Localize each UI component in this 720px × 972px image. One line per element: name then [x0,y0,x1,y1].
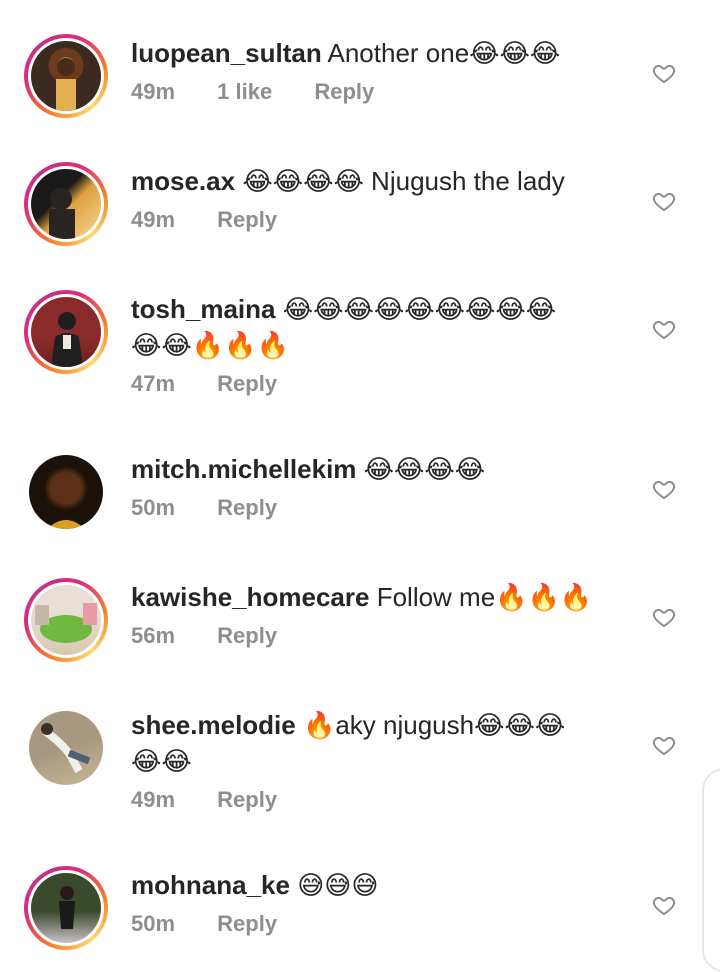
reply-button[interactable]: Reply [217,787,277,813]
avatar-figure-icon [49,188,75,239]
avatar-figure-icon [51,312,83,367]
comment-line: mitch.michellekim 😂😂😂😂 [131,451,611,487]
avatar-story-ring[interactable] [24,290,108,374]
comment-username[interactable]: kawishe_homecare [131,582,369,612]
avatar-ring-gap [28,710,104,786]
heart-outline-icon[interactable] [652,189,676,213]
comment-body: mohnana_ke 😅😅😅 50m Reply [131,867,611,937]
comment-time: 49m [131,207,176,232]
comment-line: shee.melodie 🔥aky njugush😂😂😂 [131,707,611,743]
reply-button[interactable]: Reply [217,911,277,937]
heart-outline-icon[interactable] [652,477,676,501]
reply-button[interactable]: Reply [217,623,277,649]
comment-time: 49m [131,79,176,104]
comment-text: 🔥aky njugush😂😂😂 [302,710,566,740]
comment-username[interactable]: mose.ax [131,166,235,196]
avatar[interactable] [31,297,101,367]
avatar-ring-gap [28,166,104,242]
avatar-container[interactable] [24,450,108,534]
comment-line: tosh_maina 😂😂😂😂😂😂😂😂😂 [131,291,611,327]
avatar-ring-gap [28,38,104,114]
comment-time: 50m [131,911,176,936]
avatar[interactable] [29,711,103,785]
comment-text: 😅😅😅 [297,870,379,900]
avatar-figure-icon [59,886,75,929]
avatar-story-ring[interactable] [24,34,108,118]
avatar-ring-gap [28,454,104,530]
avatar[interactable] [31,873,101,943]
heart-outline-icon[interactable] [652,317,676,341]
avatar[interactable] [31,169,101,239]
avatar[interactable] [29,455,103,529]
avatar-rug-icon [35,603,97,643]
comment-username[interactable]: shee.melodie [131,710,296,740]
avatar-container[interactable] [24,706,108,790]
comment-time: 56m [131,623,176,648]
comment-meta: 49m Reply [131,207,611,233]
comment-body: luopean_sultan Another one😂😂😂 49m 1 like… [131,35,611,105]
comment-meta: 50m Reply [131,495,611,521]
heart-outline-icon[interactable] [652,733,676,757]
comment-username[interactable]: tosh_maina [131,294,276,324]
avatar[interactable] [31,585,101,655]
comment-meta: 47m Reply [131,371,611,397]
comment-meta: 50m Reply [131,911,611,937]
comment-line: luopean_sultan Another one😂😂😂 [131,35,611,71]
comment-body: mitch.michellekim 😂😂😂😂 50m Reply [131,451,611,521]
comment-line: kawishe_homecare Follow me🔥🔥🔥 [131,579,611,615]
comment-meta: 56m Reply [131,623,611,649]
comment-time: 47m [131,371,176,396]
comment-text: 😂😂😂😂 [363,454,486,484]
comment-line: mose.ax 😂😂😂😂 Njugush the lady [131,163,611,199]
avatar-figure-icon [41,723,91,773]
comment-meta: 49m 1 like Reply [131,79,611,105]
avatar[interactable] [31,41,101,111]
comment-line-continued: 😂😂🔥🔥🔥 [131,327,611,363]
avatar-story-ring[interactable] [24,866,108,950]
reply-button[interactable]: Reply [217,371,277,397]
comment-username[interactable]: mohnana_ke [131,870,290,900]
comment-text: 😂😂😂😂 Njugush the lady [242,166,565,196]
comment-text-continued: 😂😂 [131,746,192,776]
avatar-story-ring[interactable] [24,578,108,662]
heart-outline-icon[interactable] [652,605,676,629]
comment-text: Follow me🔥🔥🔥 [376,582,593,612]
comment-username[interactable]: luopean_sultan [131,38,322,68]
avatar-ring-gap [28,870,104,946]
comment-likes[interactable]: 1 like [217,79,272,105]
comment-text: Another one😂😂😂 [327,38,561,68]
avatar-ring-gap [28,294,104,370]
avatar-figure-icon [56,58,76,111]
avatar-ring-gap [28,582,104,658]
comment-meta: 49m Reply [131,787,611,813]
comment-body: tosh_maina 😂😂😂😂😂😂😂😂😂 😂😂🔥🔥🔥 47m Reply [131,291,611,397]
comment-line-continued: 😂😂 [131,743,611,779]
reply-button[interactable]: Reply [314,79,374,105]
comment-body: shee.melodie 🔥aky njugush😂😂😂 😂😂 49m Repl… [131,707,611,813]
avatar-story-ring[interactable] [24,162,108,246]
comment-body: kawishe_homecare Follow me🔥🔥🔥 56m Reply [131,579,611,649]
comment-text: 😂😂😂😂😂😂😂😂😂 [282,294,557,324]
comment-time: 50m [131,495,176,520]
comment-text-continued: 😂😂🔥🔥🔥 [131,330,289,360]
reply-button[interactable]: Reply [217,495,277,521]
comment-line: mohnana_ke 😅😅😅 [131,867,611,903]
comment-body: mose.ax 😂😂😂😂 Njugush the lady 49m Reply [131,163,611,233]
reply-button[interactable]: Reply [217,207,277,233]
comment-time: 49m [131,787,176,812]
avatar-figure-icon [47,520,85,529]
comment-username[interactable]: mitch.michellekim [131,454,356,484]
overlay-panel-edge [702,768,720,972]
heart-outline-icon[interactable] [652,61,676,85]
heart-outline-icon[interactable] [652,893,676,917]
